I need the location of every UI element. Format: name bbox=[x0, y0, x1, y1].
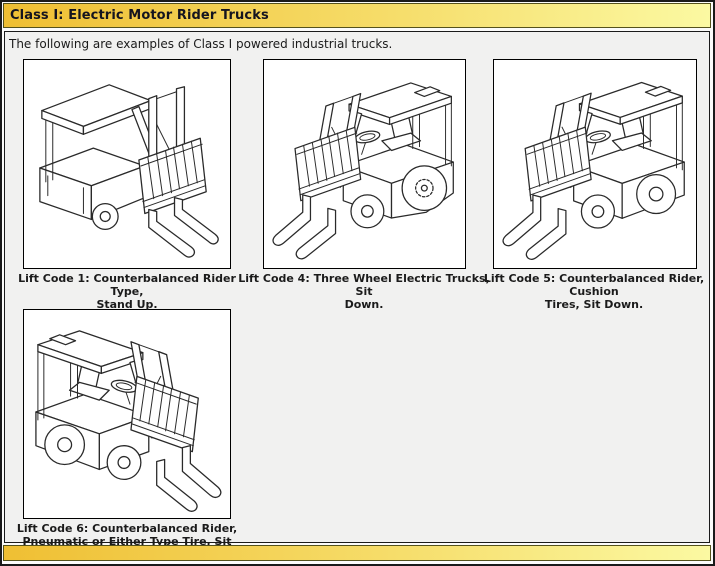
title-bar: Class I: Electric Motor Rider Trucks bbox=[3, 3, 711, 28]
caption-line: Down. bbox=[236, 298, 492, 311]
caption-line: Lift Code 4: Three Wheel Electric Trucks… bbox=[236, 272, 492, 298]
caption-line: Lift Code 5: Counterbalanced Rider, Cush… bbox=[477, 272, 711, 298]
pneumatic-tire-forklift-illustration bbox=[28, 314, 226, 514]
standup-forklift-illustration bbox=[28, 64, 226, 264]
caption-line: Lift Code 1: Counterbalanced Rider Type, bbox=[7, 272, 247, 298]
footer-bar bbox=[3, 545, 711, 561]
page: Class I: Electric Motor Rider Trucks The… bbox=[0, 0, 715, 566]
caption-lift-code-5: Lift Code 5: Counterbalanced Rider, Cush… bbox=[477, 272, 711, 311]
figure-box-lift-code-1 bbox=[23, 59, 231, 269]
figure-box-lift-code-6 bbox=[23, 309, 231, 519]
three-wheel-forklift-illustration bbox=[268, 64, 461, 264]
intro-text: The following are examples of Class I po… bbox=[9, 37, 392, 51]
caption-line: Stand Up. bbox=[7, 298, 247, 311]
page-title: Class I: Electric Motor Rider Trucks bbox=[10, 8, 269, 23]
caption-line: Lift Code 6: Counterbalanced Rider, bbox=[7, 522, 247, 535]
caption-lift-code-4: Lift Code 4: Three Wheel Electric Trucks… bbox=[236, 272, 492, 311]
caption-lift-code-1: Lift Code 1: Counterbalanced Rider Type,… bbox=[7, 272, 247, 311]
figure-box-lift-code-5 bbox=[493, 59, 697, 269]
content-panel: The following are examples of Class I po… bbox=[4, 31, 710, 543]
figure-box-lift-code-4 bbox=[263, 59, 466, 269]
caption-line: Tires, Sit Down. bbox=[477, 298, 711, 311]
cushion-tire-forklift-illustration bbox=[498, 64, 692, 264]
